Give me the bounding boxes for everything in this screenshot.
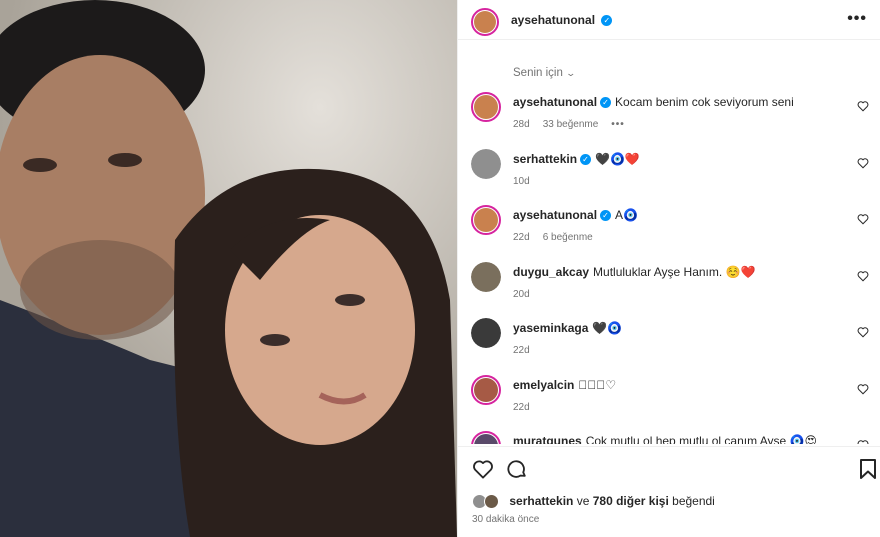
comment-row: aysehatunonal ✓ Kocam benim cok seviyorum … <box>458 86 880 142</box>
likes-summary[interactable]: serhattekin ve 780 diğer kişi beğendi <box>472 494 715 510</box>
comment-row: muratgunes Cok mutlu ol hep mutlu ol canı… <box>458 425 880 444</box>
comment-text: Mutluluklar Ayşe Hanım. ☺️❤️ <box>593 264 756 279</box>
likes-suffix: beğendi <box>672 494 715 508</box>
comment-sort-dropdown[interactable]: Senin için ⌄ <box>513 67 576 79</box>
commenter-avatar[interactable] <box>471 148 501 179</box>
liker-avatars <box>472 494 502 510</box>
chevron-down-icon: ⌄ <box>565 68 576 78</box>
comment-sort-label: Senin için <box>513 67 563 79</box>
comment-like-heart-icon[interactable] <box>857 100 869 112</box>
commenter-username[interactable]: yaseminkaga <box>513 321 588 335</box>
comment-body: aysehatunonal ✓ A🧿 <box>513 208 638 222</box>
comment-text: 🖤🧿 <box>592 321 623 335</box>
verified-icon: ✓ <box>600 210 612 222</box>
comment-body: aysehatunonal ✓ Kocam benim cok seviyorum … <box>513 95 794 109</box>
commenter-username[interactable]: aysehatunonal <box>513 208 597 222</box>
comment-age: 10d <box>513 175 530 187</box>
comment-text: A🧿 <box>615 208 638 222</box>
likes-others[interactable]: 780 diğer kişi <box>593 494 669 508</box>
comment-text: Cok mutlu ol hep mutlu ol canım Ayşe 🧿😍 <box>585 434 818 444</box>
comment-text: 🖤🧿❤️ <box>595 151 640 166</box>
comment-like-count[interactable]: 6 beğenme <box>543 232 593 243</box>
commenter-avatar[interactable] <box>471 318 501 348</box>
post-header: aysehatunonal ✓ ••• <box>458 0 880 40</box>
verified-icon: ✓ <box>600 97 612 109</box>
post-timestamp: 30 dakika önce <box>472 514 540 525</box>
verified-icon: ✓ <box>580 153 592 165</box>
comment-age: 22d <box>513 401 530 413</box>
commenter-username[interactable]: muratgunes <box>513 434 582 444</box>
commenter-avatar[interactable] <box>471 92 501 122</box>
comment-like-heart-icon[interactable] <box>857 439 869 444</box>
likes-connector: ve <box>576 494 590 508</box>
heart-icon[interactable] <box>472 459 494 479</box>
liker-username[interactable]: serhattekin <box>509 494 573 508</box>
comment-age: 28d <box>513 119 530 130</box>
commenter-username[interactable]: serhattekin <box>513 152 577 166</box>
comment-body: muratgunes Cok mutlu ol hep mutlu ol canı… <box>513 434 817 444</box>
comment-row: serhattekin ✓ 🖤🧿❤️ 10d <box>458 143 880 199</box>
comment-age: 22d <box>513 345 530 356</box>
comment-row: aysehatunonal ✓ A🧿 22d 6 beğenme <box>458 199 880 255</box>
commenter-avatar[interactable] <box>471 431 501 444</box>
commenter-avatar[interactable] <box>471 374 501 405</box>
post-image <box>0 0 457 537</box>
comment-text: Kocam benim cok seviyorum seni <box>615 95 794 109</box>
comment-meta: 22d <box>513 402 543 413</box>
comment-like-heart-icon[interactable] <box>857 157 869 169</box>
comment-like-count[interactable]: 33 beğenme <box>543 119 599 130</box>
comment-row: yaseminkaga 🖤🧿 22d <box>458 312 880 368</box>
comment-body: duygu_akcay Mutluluklar Ayşe Hanım. ☺️❤️ <box>513 265 755 279</box>
author-username[interactable]: aysehatunonal <box>511 13 595 27</box>
comment-age: 20d <box>513 288 530 300</box>
comment-body: emelyalcin ♡🏽🏽♡ <box>513 378 616 392</box>
author-username-row[interactable]: aysehatunonal ✓ <box>511 13 613 27</box>
comment-list[interactable]: aysehatunonal ✓ Kocam benim cok seviyorum … <box>458 86 880 444</box>
comment-like-heart-icon[interactable] <box>857 383 869 395</box>
comment-icon[interactable] <box>506 458 528 480</box>
post-panel: aysehatunonal ✓ ••• Senin için ⌄ aysehatu… <box>457 0 880 537</box>
verified-icon: ✓ <box>601 15 613 27</box>
comment-meta: 22d 6 beğenme <box>513 232 606 243</box>
commenter-avatar[interactable] <box>471 261 501 292</box>
action-bar <box>458 446 880 486</box>
comment-row: emelyalcin ♡🏽🏽♡ 22d <box>458 369 880 425</box>
comment-like-heart-icon[interactable] <box>857 213 869 225</box>
more-horizontal-icon[interactable]: ••• <box>847 10 867 28</box>
comment-text: ♡🏽🏽♡ <box>578 377 617 392</box>
comment-meta: 20d <box>513 289 543 300</box>
comment-meta: 22d <box>513 345 543 356</box>
comment-row: duygu_akcay Mutluluklar Ayşe Hanım. ☺️❤️ 2… <box>458 256 880 312</box>
commenter-username[interactable]: aysehatunonal <box>513 95 597 109</box>
comment-body: yaseminkaga 🖤🧿 <box>513 321 622 335</box>
comment-meta: 28d 33 beğenme ••• <box>513 119 638 130</box>
author-avatar[interactable] <box>471 8 499 36</box>
comment-more-icon[interactable]: ••• <box>611 119 625 130</box>
comment-meta: 10d <box>513 176 543 187</box>
post-photo[interactable] <box>0 0 457 537</box>
commenter-username[interactable]: emelyalcin <box>513 378 574 392</box>
comment-like-heart-icon[interactable] <box>857 326 869 338</box>
bookmark-icon[interactable] <box>859 459 877 479</box>
commenter-username[interactable]: duygu_akcay <box>513 265 589 279</box>
comment-like-heart-icon[interactable] <box>857 270 869 282</box>
comment-age: 22d <box>513 232 530 243</box>
commenter-avatar[interactable] <box>471 205 501 235</box>
comment-body: serhattekin ✓ 🖤🧿❤️ <box>513 152 640 166</box>
